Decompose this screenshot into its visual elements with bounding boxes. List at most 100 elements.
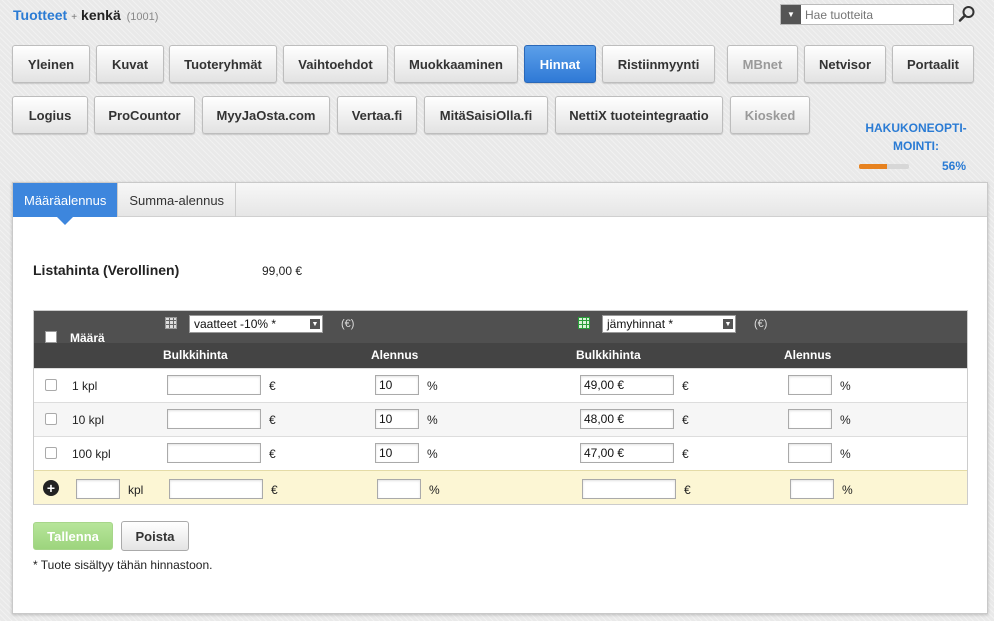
list-price-label: Listahinta (Verollinen) — [33, 262, 180, 278]
breadcrumb-root-link[interactable]: Tuotteet — [13, 7, 67, 23]
seo-percent: 56% — [941, 159, 966, 173]
percent-symbol: % — [840, 413, 851, 427]
currency-symbol: € — [682, 447, 689, 461]
nav-button-procountor[interactable]: ProCountor — [94, 96, 195, 134]
nav-button-tuoteryhmat[interactable]: Tuoteryhmät — [169, 45, 277, 83]
currency-symbol: € — [269, 447, 276, 461]
bulk-price-table: Määrä vaatteet -10% * ▼ (€) jämyhinnat *… — [33, 310, 968, 505]
nav-button-kiosked[interactable]: Kiosked — [730, 96, 810, 134]
select-all-checkbox[interactable] — [45, 331, 57, 343]
search-dropdown-button[interactable]: ▼ — [781, 5, 801, 24]
row-checkbox[interactable] — [45, 413, 57, 425]
delete-button[interactable]: Poista — [121, 521, 189, 551]
header-g2-discount: Alennus — [784, 348, 832, 362]
nav-button-kuvat[interactable]: Kuvat — [96, 45, 164, 83]
nav-button-nettix[interactable]: NettiX tuoteintegraatio — [555, 96, 723, 134]
group2-unit: (€) — [754, 318, 768, 330]
new-g2-discount-input[interactable] — [790, 479, 834, 499]
header-g2-price: Bulkkihinta — [576, 348, 641, 362]
breadcrumb-current: kenkä — [81, 7, 121, 23]
nav-button-vaihtoehdot[interactable]: Vaihtoehdot — [283, 45, 388, 83]
nav-button-netvisor[interactable]: Netvisor — [804, 45, 886, 83]
table-row: 1 kpl € % € % — [34, 368, 967, 402]
currency-symbol: € — [682, 413, 689, 427]
row-qty: 10 kpl — [72, 413, 105, 427]
currency-symbol: € — [269, 379, 276, 393]
subtab-bar: Määräalennus Summa-alennus — [13, 183, 987, 225]
percent-symbol: % — [429, 483, 440, 497]
nav-button-mitasaisiolla[interactable]: MitäSaisiOlla.fi — [424, 96, 548, 134]
new-g2-price-input[interactable] — [582, 479, 676, 499]
currency-symbol: € — [684, 483, 691, 497]
seo-label-line2: MOINTI: — [893, 139, 939, 153]
grid-icon — [578, 317, 590, 329]
row-checkbox[interactable] — [45, 447, 57, 459]
currency-symbol: € — [271, 483, 278, 497]
new-g1-discount-input[interactable] — [377, 479, 421, 499]
seo-label: HAKUKONEOPTI- MOINTI: — [856, 119, 976, 155]
add-row-plus-icon[interactable]: + — [43, 480, 59, 496]
new-qty-input[interactable] — [76, 479, 120, 499]
header-g1-discount: Alennus — [371, 348, 419, 362]
breadcrumb-count: (1001) — [126, 11, 159, 23]
nav-button-portaalit[interactable]: Portaalit — [892, 45, 974, 83]
currency-symbol: € — [682, 379, 689, 393]
group1-unit: (€) — [341, 318, 355, 330]
nav-button-logius[interactable]: Logius — [12, 96, 88, 134]
chevron-down-icon: ▼ — [723, 319, 733, 329]
g1-price-input[interactable] — [167, 443, 261, 463]
percent-symbol: % — [840, 379, 851, 393]
header-qty: Määrä — [70, 331, 105, 345]
seo-progress-bar — [859, 164, 909, 169]
row-checkbox[interactable] — [45, 379, 57, 391]
nav-button-muokkaaminen[interactable]: Muokkaaminen — [394, 45, 518, 83]
pricelist-select-1-value: vaatteet -10% * — [194, 317, 277, 331]
pricing-panel: Määräalennus Summa-alennus Listahinta (V… — [12, 182, 988, 614]
g1-discount-input[interactable] — [375, 443, 419, 463]
g2-price-input[interactable] — [580, 409, 674, 429]
row-qty: 100 kpl — [72, 447, 111, 461]
new-g1-price-input[interactable] — [169, 479, 263, 499]
g1-price-input[interactable] — [167, 409, 261, 429]
search-box: ▼ — [780, 4, 954, 25]
row-qty: 1 kpl — [72, 379, 98, 393]
g2-discount-input[interactable] — [788, 375, 832, 395]
nav-button-myyjaosta[interactable]: MyyJaOsta.com — [202, 96, 330, 134]
table-row: 100 kpl € % € % — [34, 436, 967, 470]
percent-symbol: % — [427, 413, 438, 427]
nav-button-mbnet[interactable]: MBnet — [727, 45, 798, 83]
percent-symbol: % — [427, 379, 438, 393]
percent-symbol: % — [427, 447, 438, 461]
g2-discount-input[interactable] — [788, 409, 832, 429]
nav-button-yleinen[interactable]: Yleinen — [12, 45, 90, 83]
tab-summa-alennus[interactable]: Summa-alennus — [118, 183, 237, 217]
footnote: * Tuote sisältyy tähän hinnastoon. — [33, 558, 213, 572]
save-button[interactable]: Tallenna — [33, 522, 113, 550]
g1-discount-input[interactable] — [375, 375, 419, 395]
percent-symbol: % — [842, 483, 853, 497]
search-icon[interactable] — [958, 5, 976, 23]
tab-maaraalennus[interactable]: Määräalennus — [13, 183, 119, 225]
g1-price-input[interactable] — [167, 375, 261, 395]
qty-unit: kpl — [128, 483, 144, 497]
nav-button-ristiinmyynti[interactable]: Ristiinmyynti — [602, 45, 715, 83]
breadcrumb: Tuotteet + kenkä (1001) — [13, 7, 158, 23]
g2-price-input[interactable] — [580, 375, 674, 395]
chevron-down-icon: ▼ — [310, 319, 320, 329]
table-header: Määrä vaatteet -10% * ▼ (€) jämyhinnat *… — [34, 311, 967, 368]
nav-button-hinnat[interactable]: Hinnat — [524, 45, 596, 83]
currency-symbol: € — [269, 413, 276, 427]
g1-discount-input[interactable] — [375, 409, 419, 429]
nav-button-vertaa[interactable]: Vertaa.fi — [337, 96, 417, 134]
seo-label-line1: HAKUKONEOPTI- — [865, 121, 967, 135]
add-row: + kpl € % € % — [34, 470, 967, 504]
search-input[interactable] — [801, 5, 951, 24]
header-g1-price: Bulkkihinta — [163, 348, 228, 362]
pricelist-select-1[interactable]: vaatteet -10% * ▼ — [189, 315, 323, 333]
pricelist-select-2-value: jämyhinnat * — [607, 317, 674, 331]
g2-discount-input[interactable] — [788, 443, 832, 463]
pricelist-select-2[interactable]: jämyhinnat * ▼ — [602, 315, 736, 333]
grid-icon — [165, 317, 177, 329]
seo-progress-fill — [859, 164, 887, 169]
g2-price-input[interactable] — [580, 443, 674, 463]
